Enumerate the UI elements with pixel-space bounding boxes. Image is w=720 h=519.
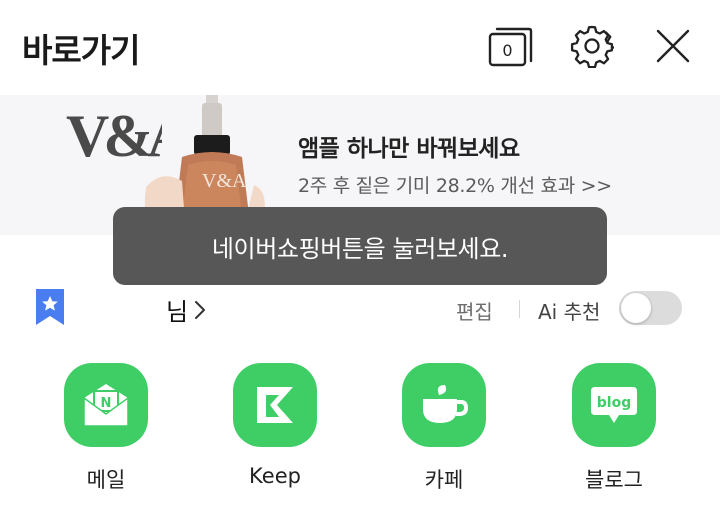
user-profile-link[interactable]: 님 (166, 292, 206, 327)
app-label-cafe: 카페 (424, 468, 464, 492)
toast-message: 네이버쇼핑버튼을 눌러보세요. (113, 207, 607, 285)
divider (519, 300, 520, 318)
ad-subtitle: 2주 후 짙은 기미 28.2% 개선 효과 >> (298, 175, 612, 197)
app-mail[interactable]: N 메일 (64, 363, 148, 494)
close-button[interactable] (647, 20, 699, 72)
ad-title: 앰플 하나만 바꿔보세요 (298, 136, 520, 162)
mail-icon: N (83, 384, 129, 427)
tabs-button[interactable]: 0 (484, 20, 536, 72)
app-blog[interactable]: blog 블로그 (572, 363, 656, 494)
tab-count: 0 (502, 41, 512, 60)
app-label-keep: Keep (249, 464, 301, 488)
close-icon (656, 29, 690, 63)
ai-recommend-toggle[interactable] (619, 291, 682, 325)
keep-icon (257, 387, 293, 423)
keep-tile[interactable] (233, 363, 317, 447)
svg-text:N: N (101, 396, 112, 411)
cafe-tile[interactable] (402, 363, 486, 447)
app-cafe[interactable]: 카페 (402, 363, 486, 494)
settings-button[interactable] (566, 20, 618, 72)
user-suffix: 님 (166, 298, 189, 326)
chevron-right-icon (195, 300, 206, 319)
page-title: 바로가기 (22, 31, 140, 70)
tabs-icon: 0 (488, 27, 533, 67)
svg-text:blog: blog (597, 395, 631, 411)
header: 바로가기 0 (0, 0, 720, 95)
svg-text:V&A: V&A (202, 170, 247, 192)
ai-recommend-label: Ai 추천 (538, 300, 601, 324)
gear-icon (570, 25, 614, 68)
cafe-icon (423, 385, 469, 423)
blog-icon: blog (591, 387, 637, 423)
app-label-blog: 블로그 (585, 468, 643, 492)
app-keep[interactable]: Keep (233, 363, 317, 488)
edit-button[interactable]: 편집 (456, 296, 493, 325)
app-label-mail: 메일 (86, 468, 126, 492)
toast-text: 네이버쇼핑버튼을 눌러보세요. (211, 234, 509, 263)
blog-tile[interactable]: blog (572, 363, 656, 447)
bookmark-icon (36, 289, 64, 325)
mail-tile[interactable]: N (64, 363, 148, 447)
toggle-knob (621, 293, 651, 323)
